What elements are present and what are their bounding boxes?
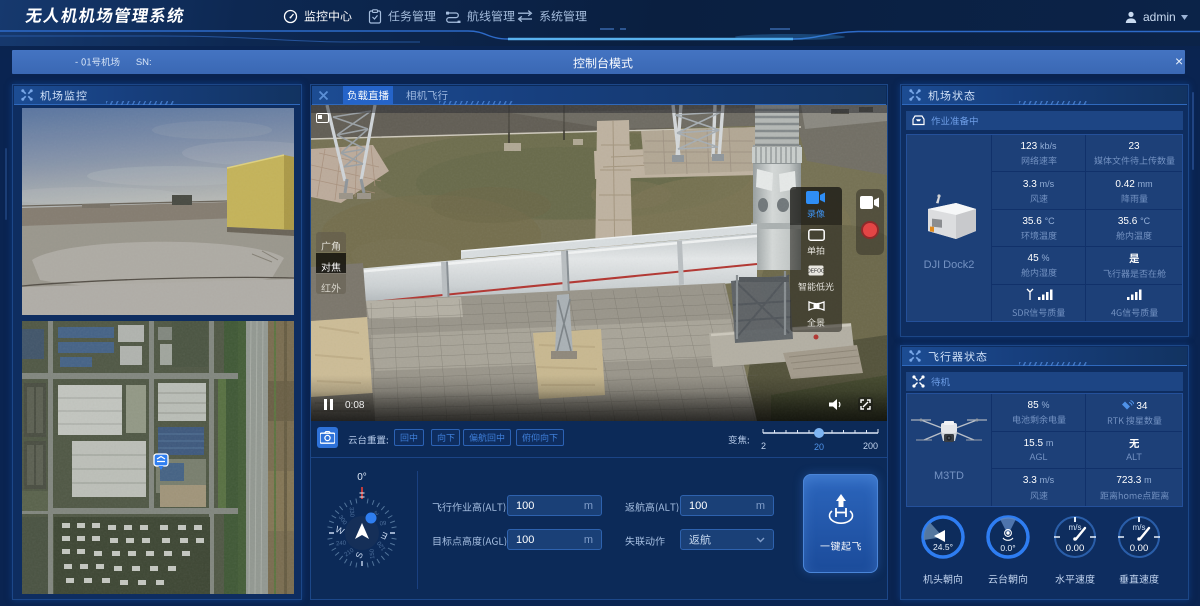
svg-text:2: 2 (761, 441, 766, 451)
svg-text:330: 330 (348, 507, 355, 518)
svg-text:150: 150 (370, 548, 377, 559)
svg-text:W: W (334, 524, 346, 537)
svg-text:S: S (353, 550, 365, 560)
svg-text:60: 60 (379, 519, 387, 526)
svg-text:m/s: m/s (1069, 523, 1082, 532)
svg-text:240: 240 (336, 541, 347, 548)
svg-text:200: 200 (863, 441, 878, 451)
svg-text:0.0°: 0.0° (1000, 543, 1015, 553)
svg-text:0°: 0° (357, 472, 367, 483)
svg-text:0.00: 0.00 (1066, 543, 1085, 554)
svg-text:0.00: 0.00 (1130, 543, 1149, 554)
svg-text:m/s: m/s (1133, 523, 1146, 532)
svg-text:24.5°: 24.5° (933, 542, 953, 552)
svg-text:DEFOG: DEFOG (808, 269, 824, 275)
svg-text:E: E (379, 530, 389, 542)
svg-text:20: 20 (814, 442, 824, 452)
